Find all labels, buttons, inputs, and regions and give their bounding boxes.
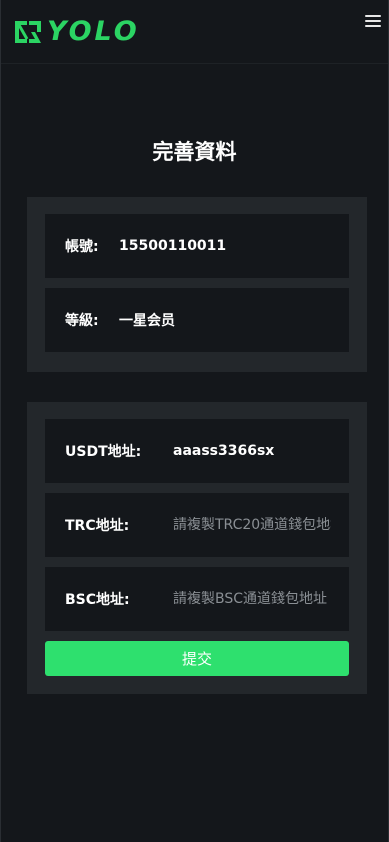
- submit-button[interactable]: 提交: [45, 641, 349, 676]
- usdt-address-value: aaass3366sx: [173, 443, 275, 459]
- wallet-address-card: USDT地址: aaass3366sx TRC地址: BSC地址: 提交: [27, 402, 367, 694]
- app-frame: YOLO 完善資料 帳號: 15500110011 等級: 一星会员 USDT地…: [0, 0, 389, 842]
- page-title: 完善資料: [152, 140, 237, 164]
- level-row: 等級: 一星会员: [45, 288, 349, 352]
- header: YOLO: [1, 0, 388, 64]
- bsc-address-row: BSC地址:: [45, 567, 349, 631]
- hamburger-icon-bar: [365, 25, 381, 27]
- level-label: 等級:: [65, 313, 99, 329]
- account-row: 帳號: 15500110011: [45, 214, 349, 278]
- trc-address-row: TRC地址:: [45, 493, 349, 557]
- account-label: 帳號:: [65, 239, 99, 255]
- hamburger-icon: [365, 15, 381, 17]
- usdt-address-label: USDT地址:: [65, 444, 142, 460]
- bsc-address-input[interactable]: [173, 591, 331, 607]
- usdt-address-row: USDT地址: aaass3366sx: [45, 419, 349, 483]
- hamburger-icon-bar: [365, 20, 381, 22]
- logo[interactable]: YOLO: [13, 16, 140, 48]
- menu-button[interactable]: [364, 12, 382, 30]
- level-value: 一星会员: [119, 313, 175, 329]
- account-info-card: 帳號: 15500110011 等級: 一星会员: [27, 197, 367, 372]
- trc-address-label: TRC地址:: [65, 518, 130, 534]
- bsc-address-label: BSC地址:: [65, 592, 130, 608]
- logo-icon: [13, 17, 43, 47]
- trc-address-input[interactable]: [173, 517, 331, 533]
- account-value: 15500110011: [119, 238, 227, 254]
- logo-text: YOLO: [47, 16, 140, 47]
